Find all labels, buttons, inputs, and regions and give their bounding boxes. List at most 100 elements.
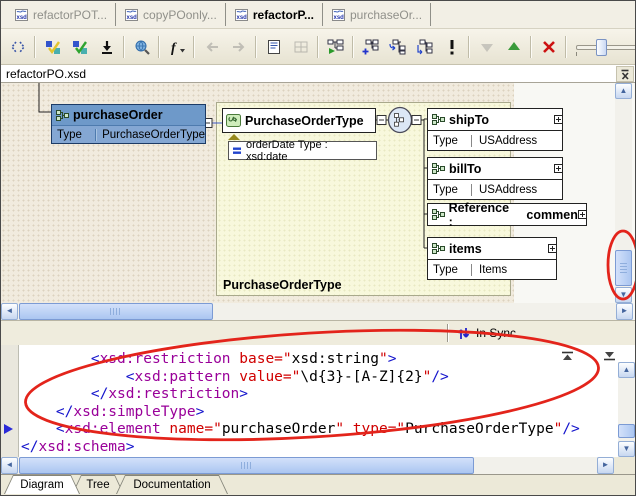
element-header[interactable]: shipTo	[428, 109, 562, 130]
type-label: Type	[428, 135, 471, 147]
element-header[interactable]: Reference : comment	[428, 204, 586, 225]
delete-icon[interactable]	[536, 34, 561, 59]
view-tab-label: Tree	[86, 479, 109, 491]
document-tab-3[interactable]: xsd purchaseOr...	[323, 3, 431, 26]
element-box-shipto[interactable]: shipTo Type USAddress	[427, 108, 563, 151]
add-child-node-icon[interactable]	[358, 34, 383, 59]
code-horizontal-scrollbar[interactable]: ◄ ►	[1, 457, 614, 474]
schema-diagram-pane[interactable]: PurchaseOrderType purchaseOrder Type	[1, 83, 635, 320]
toolbar-separator	[352, 36, 354, 58]
scroll-to-top-icon[interactable]	[561, 348, 574, 366]
xml-source-text[interactable]: <xsd:restriction base="xsd:string"> <xsd…	[21, 351, 580, 456]
scroll-down-button[interactable]: ▼	[615, 287, 632, 303]
scroll-left-button[interactable]: ◄	[1, 303, 18, 320]
zoom-slider-thumb[interactable]	[596, 39, 607, 56]
expand-icon[interactable]	[548, 244, 557, 253]
code-text-pane[interactable]: <xsd:restriction base="xsd:string"> <xsd…	[1, 345, 635, 474]
scroll-left-button[interactable]: ◄	[1, 457, 18, 474]
scroll-up-button[interactable]: ▲	[618, 362, 635, 378]
element-icon	[432, 163, 445, 174]
code-gutter	[1, 345, 19, 457]
view-tab-bar: Diagram Tree Documentation	[1, 474, 635, 496]
scrollbar-thumb[interactable]	[19, 457, 474, 474]
function-menu-icon[interactable]: f	[164, 34, 189, 59]
scrollbar-thumb[interactable]	[618, 424, 635, 438]
element-icon	[432, 209, 445, 220]
scroll-up-button[interactable]: ▲	[615, 83, 632, 99]
type-value: USAddress	[471, 184, 562, 196]
append-node-icon[interactable]	[412, 34, 437, 59]
expand-icon[interactable]	[554, 115, 563, 124]
toolbar-separator	[317, 36, 319, 58]
code-line: </xsd:schema>	[21, 439, 580, 457]
diagram-vertical-scrollbar[interactable]: ▲ ▼	[615, 83, 632, 303]
attribute-text: orderDate Type : xsd:date	[246, 139, 372, 163]
complextype-container-label: PurchaseOrderType	[223, 278, 342, 292]
element-box-reference-comment[interactable]: Reference : comment	[427, 203, 587, 226]
xmlspy-window: xsd refactorPOT... xsd copyPOonly... xsd…	[0, 0, 636, 496]
view-tab-label: Diagram	[20, 479, 63, 491]
view-tab-label: Documentation	[133, 479, 210, 491]
validate-now-icon[interactable]	[439, 34, 464, 59]
element-box-items[interactable]: items Type Items	[427, 237, 557, 280]
document-tab-0[interactable]: xsd refactorPOT...	[6, 3, 116, 26]
element-header[interactable]: items	[428, 238, 556, 259]
element-name: items	[449, 242, 482, 256]
insert-node-icon[interactable]	[385, 34, 410, 59]
code-vertical-scrollbar[interactable]: ▲ ▼	[618, 362, 635, 457]
document-tab-bar: xsd refactorPOT... xsd copyPOonly... xsd…	[1, 1, 635, 29]
scroll-right-button[interactable]: ►	[597, 457, 614, 474]
scroll-down-button[interactable]: ▼	[618, 441, 635, 457]
code-line: <xsd:element name="purchaseOrder" type="…	[21, 421, 580, 439]
expand-icon[interactable]	[578, 210, 587, 219]
complextype-box[interactable]: PurchaseOrderType	[222, 108, 376, 133]
svg-text:xsd: xsd	[17, 15, 28, 21]
diagram-horizontal-scrollbar[interactable]: ◄ ►	[1, 303, 633, 320]
in-sync-icon	[457, 327, 470, 340]
expand-icon[interactable]	[554, 164, 563, 173]
apply-changes-icon[interactable]	[94, 34, 119, 59]
document-tab-2[interactable]: xsd refactorP...	[226, 3, 323, 26]
validate-icon[interactable]	[40, 34, 65, 59]
toolbar-separator	[34, 36, 36, 58]
content-model-arrow-icon[interactable]	[228, 134, 240, 140]
toolbar-separator	[193, 36, 195, 58]
complextype-icon	[226, 114, 241, 127]
type-value: PurchaseOrderType	[95, 129, 205, 141]
view-tab-diagram[interactable]: Diagram	[4, 475, 80, 494]
move-up-icon[interactable]	[501, 34, 526, 59]
scrollbar-thumb[interactable]	[19, 303, 213, 320]
view-tab-documentation[interactable]: Documentation	[116, 475, 228, 494]
element-box-billto[interactable]: billTo Type USAddress	[427, 157, 563, 200]
caret-marker-icon	[4, 424, 13, 434]
scroll-right-button[interactable]: ►	[616, 303, 633, 320]
type-value: USAddress	[471, 135, 562, 147]
zoom-slider[interactable]	[572, 35, 635, 58]
scroll-to-bottom-icon[interactable]	[603, 348, 616, 366]
document-tab-label: refactorPOT...	[33, 8, 107, 22]
element-header[interactable]: purchaseOrder	[52, 105, 205, 125]
element-icon	[56, 110, 69, 121]
document-tab-1[interactable]: xsd copyPOonly...	[116, 3, 226, 26]
display-all-globals-icon[interactable]	[261, 34, 286, 59]
element-type-row: Type Items	[428, 259, 556, 279]
display-diagram-icon[interactable]	[323, 34, 348, 59]
reference-label: Reference :	[449, 201, 515, 229]
toolbar-separator	[565, 36, 567, 58]
svg-text:xsd: xsd	[236, 15, 247, 21]
element-box-purchaseorder[interactable]: purchaseOrder Type PurchaseOrderType	[51, 104, 206, 144]
scrollbar-thumb[interactable]	[615, 250, 632, 286]
toolbar: f	[1, 29, 635, 65]
document-title-bar: refactorPO.xsd	[1, 65, 635, 83]
find-icon[interactable]	[129, 34, 154, 59]
type-value: Items	[471, 264, 556, 276]
toolbar-separator	[123, 36, 125, 58]
xsd-file-icon: xsd	[331, 8, 346, 22]
document-tab-label: purchaseOr...	[350, 8, 422, 22]
toolbar-separator	[158, 36, 160, 58]
schema-design-icon[interactable]	[5, 34, 30, 59]
element-header[interactable]: billTo	[428, 158, 562, 179]
window-menu-button[interactable]	[616, 66, 634, 82]
attribute-box-orderdate[interactable]: orderDate Type : xsd:date	[228, 141, 377, 160]
validate-well-formed-icon[interactable]	[67, 34, 92, 59]
